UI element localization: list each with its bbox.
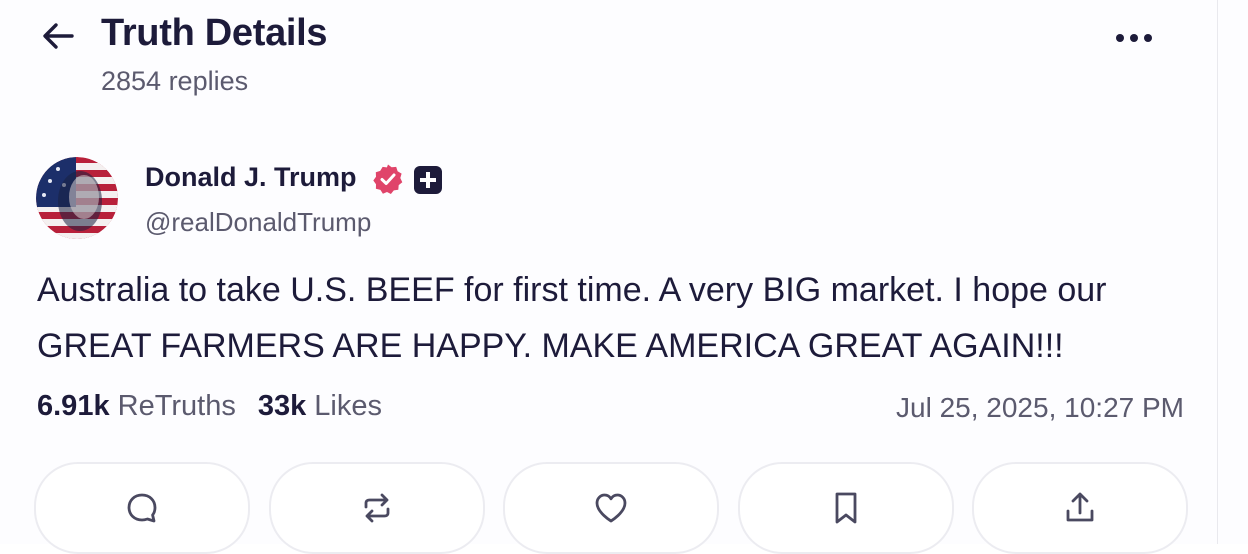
author-name[interactable]: Donald J. Trump <box>145 162 357 193</box>
share-upload-icon <box>1066 492 1094 522</box>
retruth-button[interactable] <box>269 462 485 554</box>
reply-bubble-icon <box>127 493 157 523</box>
plus-badge-icon <box>414 166 442 194</box>
verified-check-icon <box>373 164 403 194</box>
likes-stat[interactable]: 33k Likes <box>258 390 382 422</box>
share-button[interactable] <box>972 462 1188 554</box>
heart-icon <box>595 493 627 523</box>
replies-count: 2854 replies <box>101 66 249 96</box>
retruth-arrows-icon <box>364 493 390 523</box>
reply-button[interactable] <box>34 462 250 554</box>
author-avatar[interactable] <box>36 157 118 239</box>
bookmark-button[interactable] <box>738 462 954 554</box>
back-button[interactable] <box>40 18 76 54</box>
truth-details-page: Truth Details 2854 replies Donald J. Tru… <box>0 0 1248 554</box>
more-horizontal-icon <box>1116 34 1152 42</box>
avatar-image <box>36 157 118 239</box>
post-text: Australia to take U.S. BEEF for first ti… <box>37 271 1107 365</box>
likes-count: 33k <box>257 390 307 422</box>
post-stats: 6.91k ReTruths 33k Likes <box>37 390 382 423</box>
more-options-button[interactable] <box>1112 24 1156 52</box>
likes-label: Likes <box>314 390 382 422</box>
retruths-label: ReTruths <box>117 390 236 422</box>
page-header: Truth Details 2854 replies <box>0 0 1248 110</box>
bookmark-icon <box>835 492 857 524</box>
like-button[interactable] <box>503 462 719 554</box>
post-timestamp: Jul 25, 2025, 10:27 PM <box>896 392 1184 423</box>
action-bar <box>34 462 1188 554</box>
retruths-count: 6.91k <box>37 390 110 422</box>
page-title: Truth Details <box>101 12 328 54</box>
arrow-left-icon <box>43 23 74 49</box>
author-handle[interactable]: @realDonaldTrump <box>145 207 371 238</box>
retruths-stat[interactable]: 6.91k ReTruths <box>37 390 236 422</box>
